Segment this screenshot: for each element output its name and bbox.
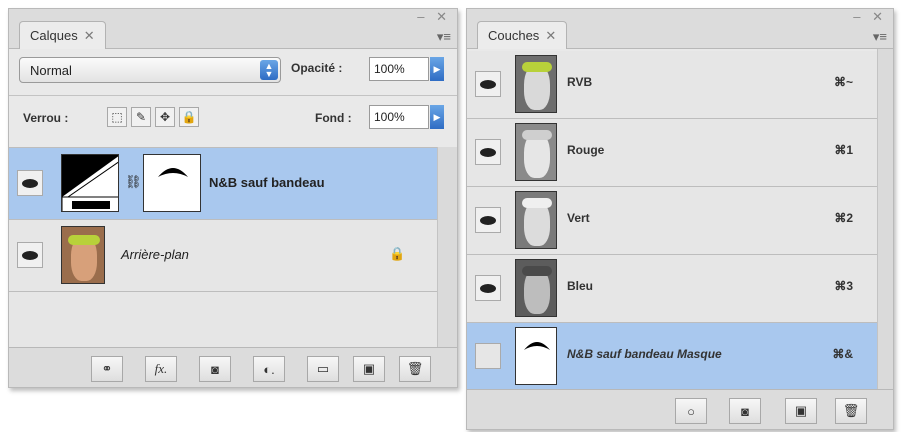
channel-shortcut: ⌘~ [833, 75, 853, 89]
layer-name: Arrière-plan [121, 247, 189, 262]
trash-icon[interactable]: 🗑 [835, 398, 867, 424]
blend-mode-value: Normal [30, 62, 72, 78]
fx-icon[interactable]: fx. [145, 356, 177, 382]
save-selection-icon[interactable]: ◙ [729, 398, 761, 424]
channels-bottom-bar: ○ ◙ ▣ 🗑 [467, 389, 893, 429]
photo-thumbnail [61, 226, 105, 284]
adjustment-layer-icon[interactable]: ◐. [253, 356, 285, 382]
channel-thumbnail [515, 327, 557, 385]
mask-thumbnail[interactable] [143, 154, 201, 212]
channel-name: RVB [567, 75, 593, 89]
visibility-eye-icon[interactable] [475, 139, 501, 165]
channel-name: Vert [567, 211, 590, 225]
visibility-eye-icon[interactable] [17, 242, 43, 268]
tab-couches-label: Couches [488, 28, 540, 43]
fill-arrow-icon[interactable]: ▶ [430, 105, 444, 129]
blend-mode-select[interactable]: Normal ▲ ▼ [19, 57, 281, 83]
layer-list: ⛓ N&B sauf bandeau Arrière-plan 🔒 [9, 147, 437, 347]
channel-row-masque[interactable]: N&B sauf bandeau Masque ⌘& [467, 323, 879, 391]
window-controls[interactable]: – ✕ [417, 9, 451, 25]
lock-all-icon[interactable]: 🔒 [179, 107, 199, 127]
divider [9, 95, 457, 96]
channel-name: N&B sauf bandeau Masque [567, 347, 722, 361]
panel-menu-icon[interactable]: ▾≡ [873, 29, 887, 45]
opacity-field[interactable]: 100% [369, 57, 429, 81]
new-group-icon[interactable]: ▭ [307, 356, 339, 382]
tab-calques-label: Calques [30, 28, 78, 43]
channel-row-bleu[interactable]: Bleu ⌘3 [467, 255, 879, 323]
layer-row-nb-sauf-bandeau[interactable]: ⛓ N&B sauf bandeau [9, 148, 437, 220]
fill-label: Fond : [315, 111, 352, 125]
visibility-eye-icon[interactable] [475, 207, 501, 233]
chain-link-icon[interactable]: ⛓ [125, 174, 142, 190]
layers-panel: Calques ✕ – ✕ ▾≡ Normal ▲ ▼ Opacité : 100… [8, 8, 458, 388]
visibility-eye-icon[interactable] [17, 170, 43, 196]
layers-bottom-bar: ⚭ fx. ◙ ◐. ▭ ▣ 🗑 [9, 347, 457, 387]
channel-shortcut: ⌘& [832, 347, 853, 361]
channels-tabbar: Couches ✕ – ✕ ▾≡ [467, 9, 893, 49]
close-icon[interactable]: ✕ [545, 28, 556, 44]
channels-panel: Couches ✕ – ✕ ▾≡ RVB ⌘~ Rouge ⌘1 Vert ⌘2… [466, 8, 894, 430]
lock-label: Verrou : [23, 111, 69, 125]
load-selection-icon[interactable]: ○ [675, 398, 707, 424]
channel-shortcut: ⌘1 [834, 143, 853, 157]
channel-thumbnail [515, 55, 557, 113]
lock-transparency-icon[interactable]: ⬚ [107, 107, 127, 127]
channel-row-rvb[interactable]: RVB ⌘~ [467, 51, 879, 119]
blend-row: Normal ▲ ▼ Opacité : 100% ▶ [19, 57, 447, 85]
opacity-label: Opacité : [291, 61, 343, 75]
tab-couches[interactable]: Couches ✕ [477, 21, 568, 49]
layers-scrollbar[interactable] [437, 147, 457, 349]
fill-field[interactable]: 100% [369, 105, 429, 129]
lock-position-icon[interactable]: ✥ [155, 107, 175, 127]
layer-row-arriere-plan[interactable]: Arrière-plan 🔒 [9, 220, 437, 292]
window-controls[interactable]: – ✕ [853, 9, 887, 25]
layers-tabbar: Calques ✕ – ✕ ▾≡ [9, 9, 457, 49]
channels-scrollbar[interactable] [877, 49, 893, 391]
channel-shortcut: ⌘3 [834, 279, 853, 293]
link-layers-icon[interactable]: ⚭ [91, 356, 123, 382]
channel-shortcut: ⌘2 [834, 211, 853, 225]
layer-name: N&B sauf bandeau [209, 175, 325, 190]
trash-icon[interactable]: 🗑 [399, 356, 431, 382]
new-layer-icon[interactable]: ▣ [353, 356, 385, 382]
adjustment-thumbnail [61, 154, 119, 212]
channel-thumbnail [515, 191, 557, 249]
new-channel-icon[interactable]: ▣ [785, 398, 817, 424]
channel-row-rouge[interactable]: Rouge ⌘1 [467, 119, 879, 187]
visibility-eye-icon[interactable] [475, 71, 501, 97]
channel-thumbnail [515, 123, 557, 181]
channel-thumbnail [515, 259, 557, 317]
lock-pixels-icon[interactable]: ✎ [131, 107, 151, 127]
add-mask-icon[interactable]: ◙ [199, 356, 231, 382]
panel-menu-icon[interactable]: ▾≡ [437, 29, 451, 45]
opacity-arrow-icon[interactable]: ▶ [430, 57, 444, 81]
channel-name: Bleu [567, 279, 594, 293]
visibility-eye-icon[interactable] [475, 275, 501, 301]
select-arrows-icon: ▲ ▼ [260, 60, 278, 80]
channel-name: Rouge [567, 143, 605, 157]
lock-icon: 🔒 [389, 246, 406, 261]
channel-row-vert[interactable]: Vert ⌘2 [467, 187, 879, 255]
visibility-empty-box[interactable] [475, 343, 501, 369]
lock-row: Verrou : ⬚ ✎ ✥ 🔒 Fond : 100% ▶ [19, 105, 444, 135]
tab-calques[interactable]: Calques ✕ [19, 21, 106, 49]
close-icon[interactable]: ✕ [84, 28, 95, 44]
